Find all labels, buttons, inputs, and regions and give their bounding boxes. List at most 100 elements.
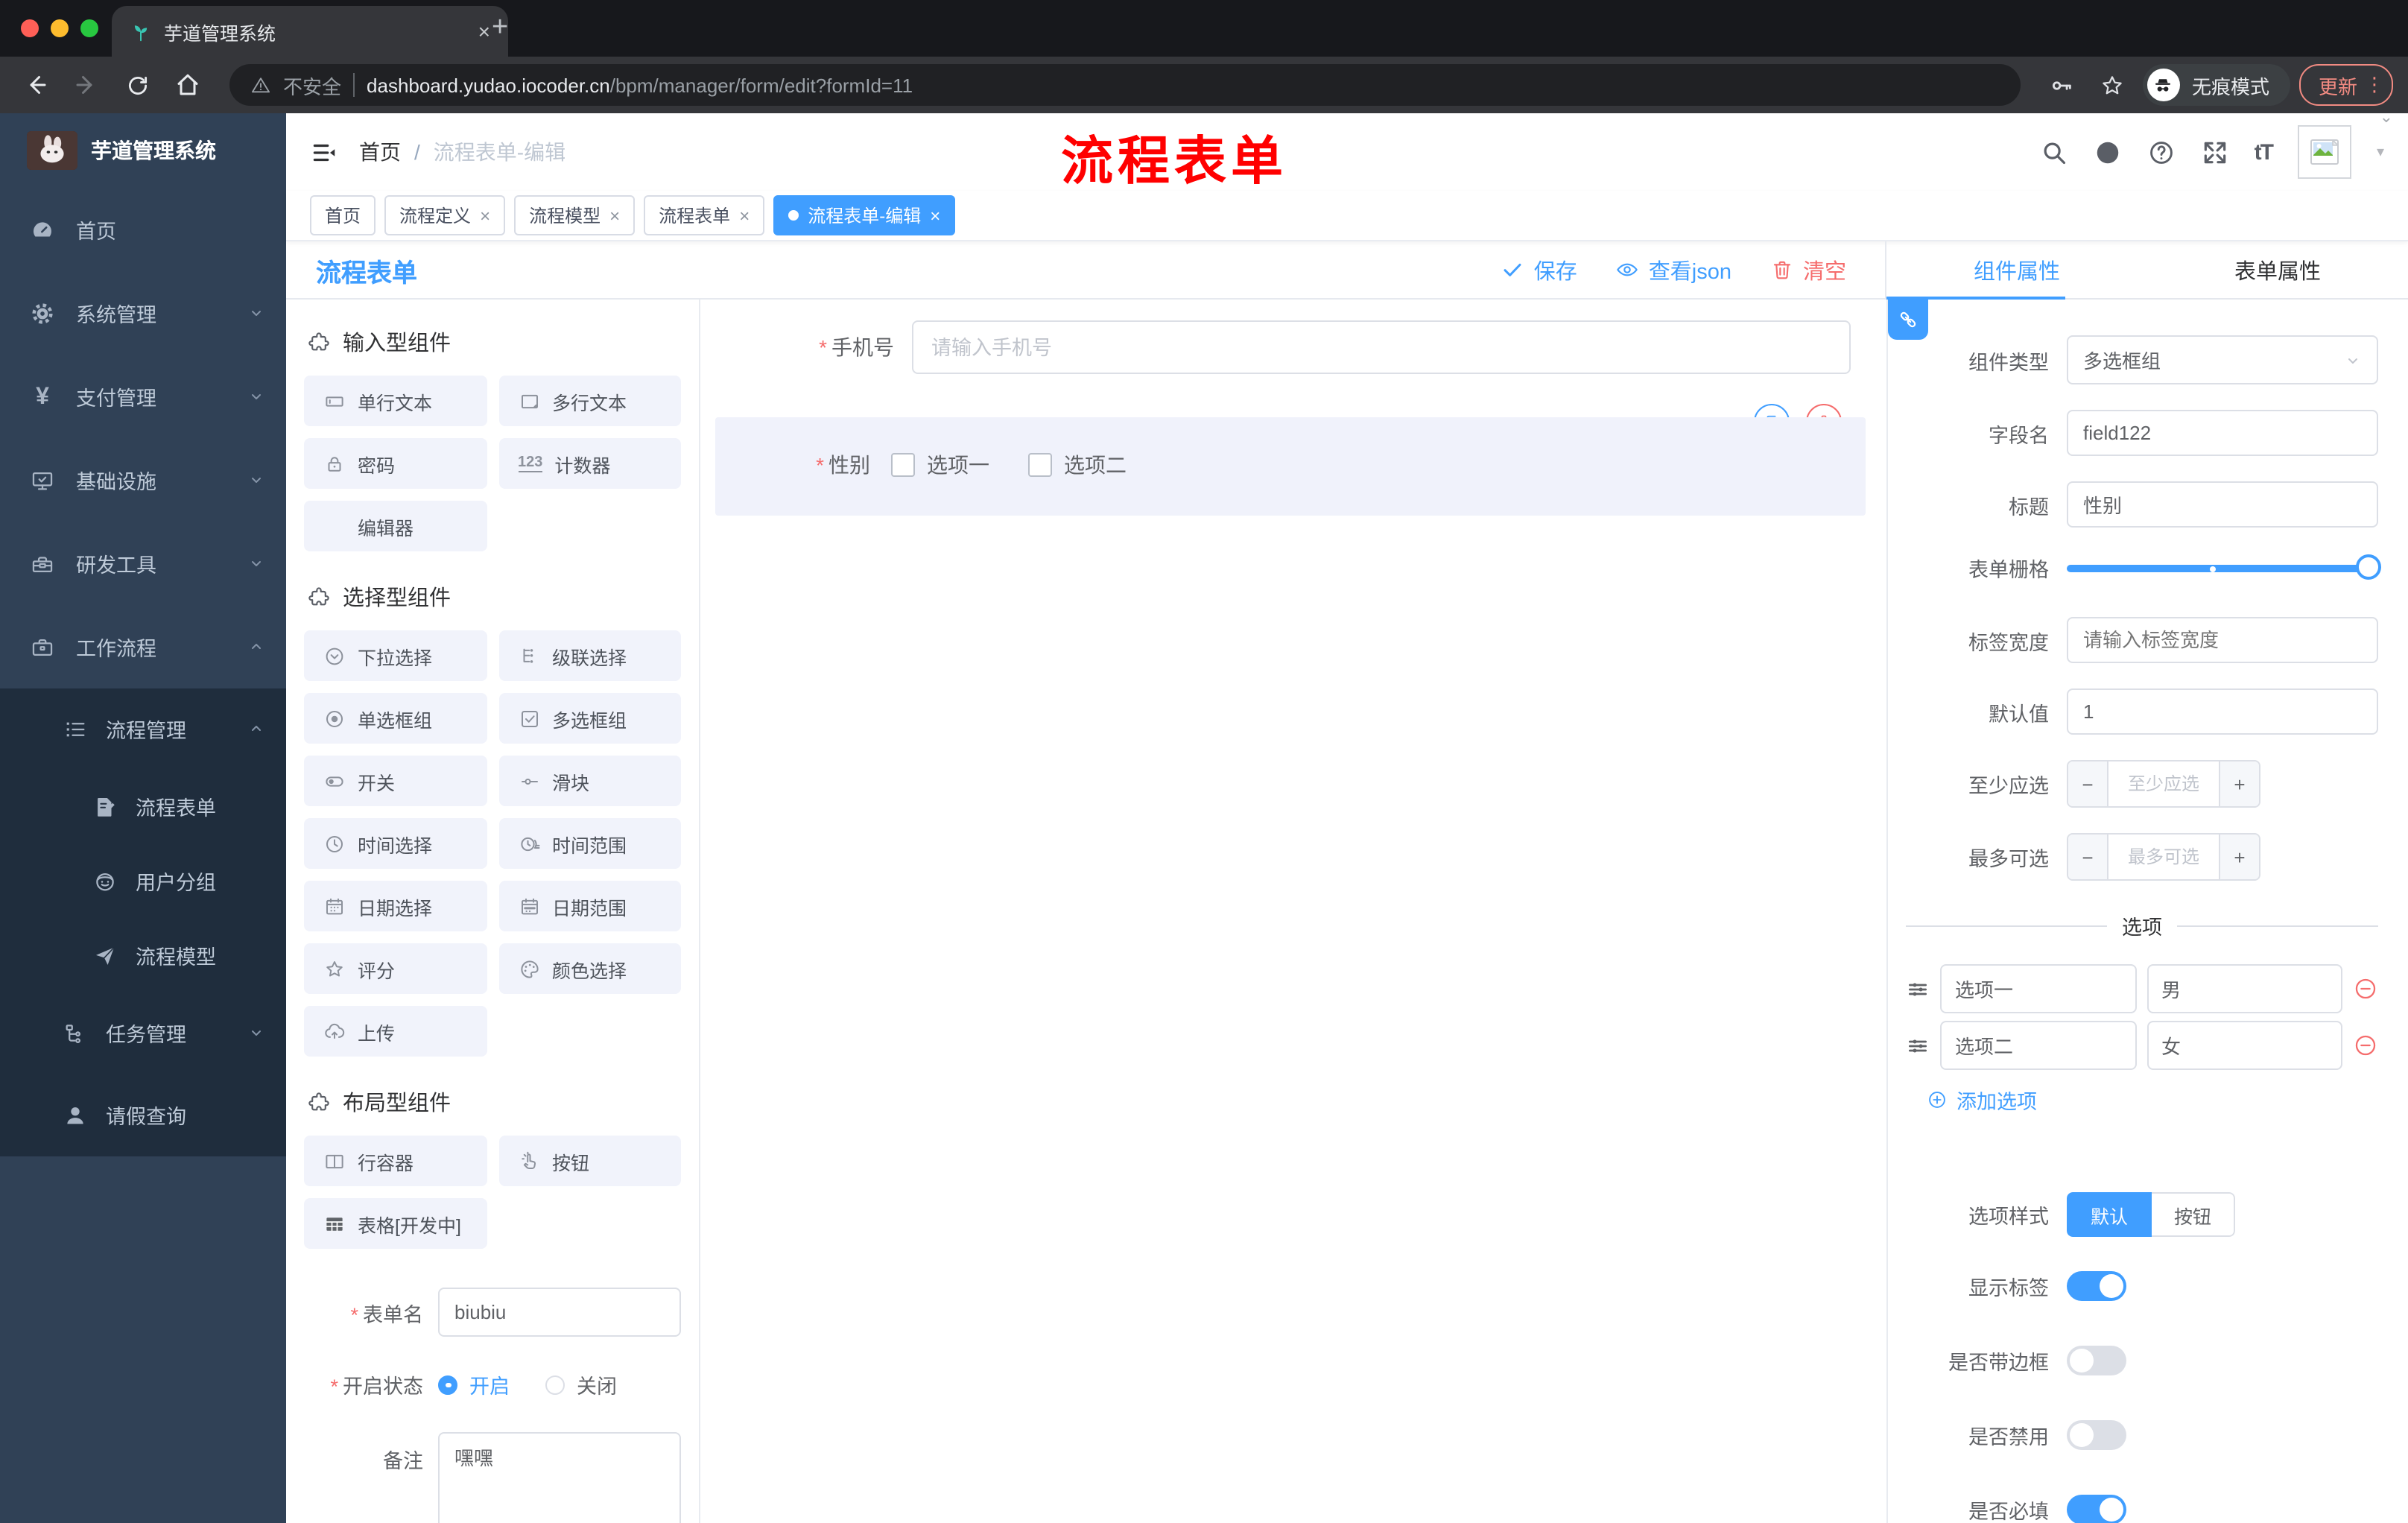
address-bar[interactable]: 不安全 dashboard.yudao.iocoder.cn/bpm/manag… <box>229 64 2021 106</box>
grid-slider[interactable] <box>2067 554 2381 581</box>
field-name-input[interactable] <box>2067 410 2378 456</box>
phone-input[interactable] <box>912 320 1851 374</box>
pill-radio-group[interactable]: 单选框组 <box>304 693 487 744</box>
sidebar-fold-icon[interactable] <box>310 138 338 166</box>
bookmark-star-icon[interactable] <box>2092 64 2134 106</box>
drag-handle-icon[interactable] <box>1906 977 1930 1001</box>
border-toggle[interactable] <box>2067 1346 2126 1375</box>
font-size-icon[interactable]: tT <box>2255 139 2274 165</box>
pill-button[interactable]: 按钮 <box>498 1136 681 1186</box>
disabled-toggle[interactable] <box>2067 1420 2126 1450</box>
gender-option-1[interactable]: 选项一 <box>891 450 989 480</box>
github-icon[interactable] <box>2094 138 2122 166</box>
sidebar-item-workflow[interactable]: 工作流程 <box>0 605 286 688</box>
checkbox-icon[interactable] <box>891 453 915 477</box>
radio-on-label[interactable]: 开启 <box>469 1370 510 1399</box>
sidebar-item-home[interactable]: 首页 <box>0 188 286 271</box>
radio-off[interactable] <box>545 1375 565 1394</box>
avatar-caret-icon[interactable]: ▾ <box>2377 144 2384 160</box>
slider-track[interactable] <box>2067 565 2378 572</box>
back-button[interactable] <box>15 64 57 106</box>
remove-option-icon[interactable] <box>2353 976 2378 1001</box>
gender-option-2[interactable]: 选项二 <box>1028 450 1127 480</box>
clear-button[interactable]: 清空 <box>1770 254 1846 285</box>
decrease-button[interactable]: − <box>2068 835 2108 879</box>
browser-menu-dots-icon[interactable]: ⋮ <box>2365 73 2384 97</box>
pill-checkbox-group[interactable]: 多选框组 <box>498 693 681 744</box>
forward-button[interactable] <box>66 64 107 106</box>
home-button[interactable] <box>167 64 209 106</box>
slider-handle[interactable] <box>2356 554 2381 580</box>
required-toggle[interactable] <box>2067 1495 2126 1523</box>
sidebar-item-infrastructure[interactable]: 基础设施 <box>0 438 286 522</box>
selected-component-gender[interactable]: * 性别 选项一 选项二 <box>715 417 1866 516</box>
increase-button[interactable]: + <box>2219 762 2259 806</box>
tab-component-props[interactable]: 组件属性 <box>1886 241 2147 298</box>
close-icon[interactable]: × <box>480 205 490 226</box>
pill-counter[interactable]: 123 计数器 <box>498 438 681 489</box>
radio-off-label[interactable]: 关闭 <box>577 1370 617 1399</box>
pill-time-range[interactable]: 时间范围 <box>498 818 681 869</box>
sidebar-item-leave-query[interactable]: 请假查询 <box>0 1073 286 1156</box>
help-icon[interactable] <box>2147 138 2176 166</box>
tag-process-form-edit[interactable]: 流程表单-编辑 × <box>773 195 956 235</box>
pill-multi-line-text[interactable]: 多行文本 <box>498 376 681 426</box>
save-button[interactable]: 保存 <box>1501 254 1577 285</box>
reload-button[interactable] <box>116 64 158 106</box>
title-input[interactable] <box>2067 481 2378 528</box>
tag-home[interactable]: 首页 <box>310 195 376 235</box>
pill-row-container[interactable]: 行容器 <box>304 1136 487 1186</box>
checkbox-icon[interactable] <box>1028 453 1052 477</box>
link-tab[interactable] <box>1888 300 1928 340</box>
sidebar-item-user-group[interactable]: 用户分组 <box>0 843 286 918</box>
canvas-phone-field[interactable]: * 手机号 <box>736 320 1851 374</box>
pill-color-picker[interactable]: 颜色选择 <box>498 943 681 994</box>
sidebar-item-payment[interactable]: ¥ 支付管理 <box>0 355 286 438</box>
pill-rate[interactable]: 评分 <box>304 943 487 994</box>
add-option-button[interactable]: 添加选项 <box>1927 1085 2378 1115</box>
remove-option-icon[interactable] <box>2353 1033 2378 1058</box>
pill-select[interactable]: 下拉选择 <box>304 630 487 681</box>
form-canvas[interactable]: *手机号 *性别 选项一 选项二 <box>700 300 1886 1523</box>
form-name-input[interactable] <box>438 1288 681 1337</box>
close-window-button[interactable] <box>21 19 39 37</box>
password-key-icon[interactable] <box>2041 64 2083 106</box>
pill-upload[interactable]: 上传 <box>304 1006 487 1057</box>
pill-slider[interactable]: 滑块 <box>498 756 681 806</box>
avatar[interactable] <box>2297 125 2351 179</box>
breadcrumb-home[interactable]: 首页 <box>359 137 401 167</box>
close-icon[interactable]: × <box>609 205 620 226</box>
label-width-input[interactable] <box>2067 617 2378 663</box>
tab-close-icon[interactable]: × <box>478 21 490 42</box>
tag-process-model[interactable]: 流程模型 × <box>514 195 636 235</box>
option-2-label-input[interactable] <box>1940 1021 2136 1070</box>
pill-date-range[interactable]: 日期范围 <box>498 881 681 931</box>
pill-cascader[interactable]: 级联选择 <box>498 630 681 681</box>
fullscreen-icon[interactable] <box>2201 138 2229 166</box>
view-json-button[interactable]: 查看json <box>1616 254 1731 285</box>
min-select-input[interactable] <box>2108 762 2219 806</box>
pill-table[interactable]: 表格[开发中] <box>304 1198 487 1249</box>
pill-time-picker[interactable]: 时间选择 <box>304 818 487 869</box>
sidebar-item-process-management[interactable]: 流程管理 <box>0 688 286 769</box>
style-button-button[interactable]: 按钮 <box>2152 1192 2236 1237</box>
chrome-update-button[interactable]: 更新 ⋮ <box>2298 64 2393 106</box>
option-1-value-input[interactable] <box>2146 964 2342 1013</box>
component-type-select[interactable]: 多选框组 <box>2067 335 2378 384</box>
radio-on[interactable] <box>438 1375 457 1394</box>
default-value-input[interactable] <box>2067 688 2378 735</box>
close-icon[interactable]: × <box>930 205 940 226</box>
pill-switch[interactable]: 开关 <box>304 756 487 806</box>
pill-single-line-text[interactable]: 单行文本 <box>304 376 487 426</box>
sidebar-item-devtools[interactable]: 研发工具 <box>0 522 286 605</box>
zoom-window-button[interactable] <box>80 19 98 37</box>
form-remark-textarea[interactable]: 嘿嘿 <box>438 1432 681 1523</box>
sidebar-item-system[interactable]: 系统管理 <box>0 271 286 355</box>
option-1-label-input[interactable] <box>1940 964 2136 1013</box>
pill-date-picker[interactable]: 日期选择 <box>304 881 487 931</box>
minimize-window-button[interactable] <box>51 19 69 37</box>
search-icon[interactable] <box>2040 138 2068 166</box>
browser-tab[interactable]: 芋道管理系统 × <box>112 6 508 57</box>
new-tab-button[interactable]: + <box>492 12 508 45</box>
option-2-value-input[interactable] <box>2146 1021 2342 1070</box>
